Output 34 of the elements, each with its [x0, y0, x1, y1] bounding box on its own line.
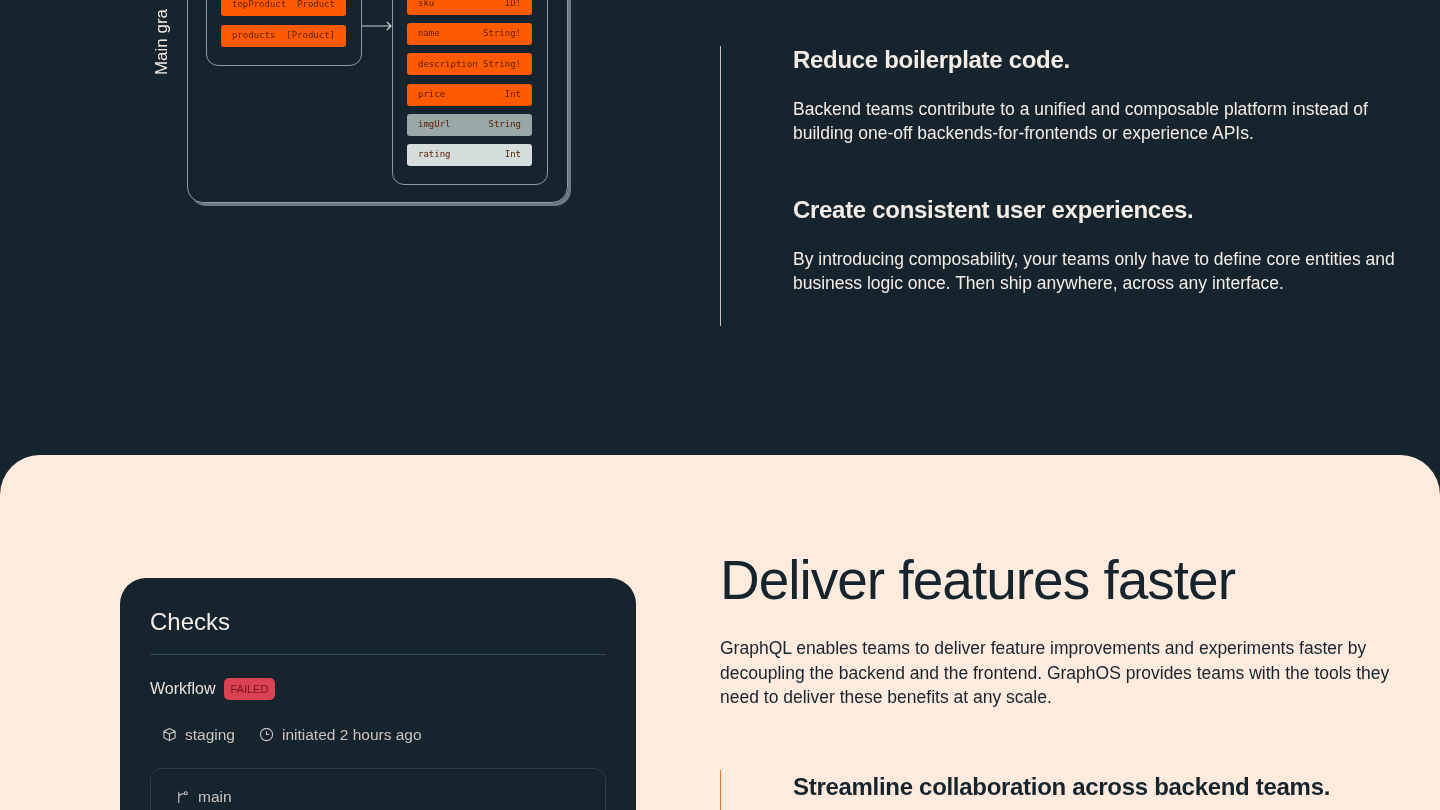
- field-type: String!: [483, 27, 521, 41]
- branch-name: main: [198, 787, 232, 808]
- clock-icon: [259, 727, 274, 743]
- section-description: GraphQL enables teams to deliver feature improvements and experiments faster by decoupling the backend and the frontend. GraphOS provides teams with the tools they need to deliver these benefits at any scale.: [720, 637, 1391, 709]
- field-type: String: [488, 118, 521, 132]
- initiated-text: initiated 2 hours ago: [282, 725, 422, 745]
- field-type: Int: [504, 87, 521, 101]
- benefit-text: By introducing composability, your teams only have to define core entities and business logic once. Then ship anywhere, across any interface.: [793, 247, 1396, 296]
- workflow-label: Workflow: [150, 679, 216, 699]
- field-name: price: [418, 87, 446, 101]
- environment-text: staging: [185, 725, 235, 745]
- section-heading: Deliver features faster: [720, 548, 1235, 613]
- field-name: sku: [418, 0, 435, 11]
- arrow-icon: [362, 20, 393, 32]
- card-title: Checks: [150, 604, 606, 655]
- status-badge: FAILED: [223, 677, 276, 701]
- field-type: [Product]: [286, 29, 335, 43]
- field-type: Int: [504, 148, 521, 162]
- branch-icon: [175, 789, 190, 805]
- field-type: ID!: [504, 0, 521, 11]
- benefit-text: Backend teams contribute to a unified and composable platform instead of building one-off backends-for-frontends or experience APIs.: [793, 97, 1369, 146]
- field-name: rating: [418, 148, 451, 162]
- benefit-title: Streamline collaboration across backend teams.: [793, 772, 1331, 802]
- field-name: products: [232, 29, 276, 43]
- benefit-title: Reduce boilerplate code.: [793, 46, 1071, 75]
- diagram-label: Main gra: [151, 8, 173, 76]
- field-type: Product: [297, 0, 335, 12]
- field-name: name: [418, 27, 440, 41]
- field-name: description: [418, 57, 478, 71]
- field-name: topProduct: [232, 0, 287, 12]
- cube-icon: [162, 727, 177, 743]
- field-name: imgUrl: [418, 118, 451, 132]
- field-type: String!: [483, 57, 521, 71]
- benefit-title: Create consistent user experiences.: [793, 195, 1195, 225]
